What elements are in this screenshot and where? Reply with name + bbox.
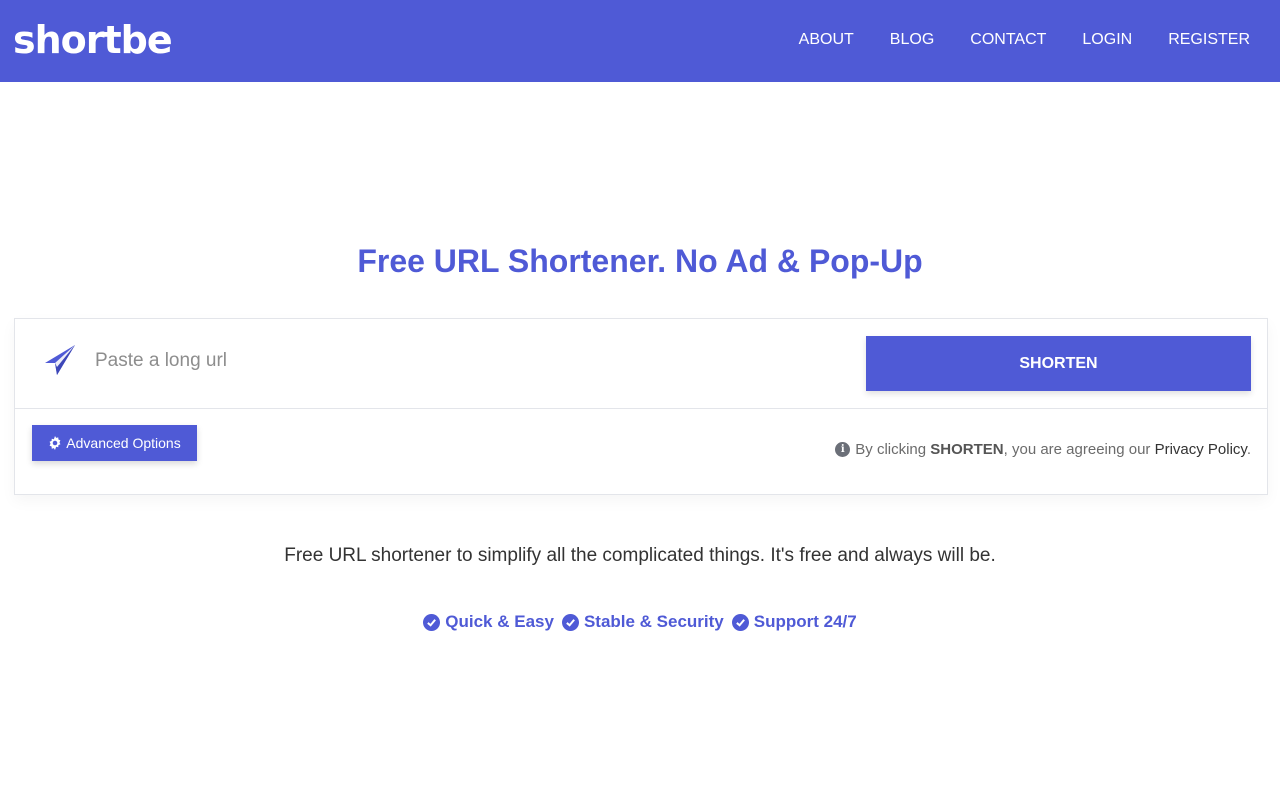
advanced-options-label: Advanced Options: [66, 435, 181, 451]
feature-label: Quick & Easy: [445, 612, 554, 631]
policy-notice: i By clicking SHORTEN, you are agreeing …: [835, 441, 1251, 458]
policy-strong: SHORTEN: [930, 441, 1004, 458]
nav-menu: ABOUT BLOG CONTACT LOGIN REGISTER: [763, 28, 1250, 52]
tagline: Free URL shortener to simplify all the c…: [284, 545, 996, 566]
info-icon: i: [835, 442, 851, 457]
check-circle-icon: [561, 613, 579, 631]
advanced-options-button[interactable]: Advanced Options: [32, 425, 197, 461]
logo[interactable]: shortbe: [13, 14, 173, 66]
feature-label: Support 24/7: [753, 612, 857, 631]
privacy-policy-link[interactable]: Privacy Policy: [1155, 441, 1247, 458]
shorten-button[interactable]: SHORTEN: [866, 336, 1251, 391]
paper-plane-icon: [45, 345, 75, 375]
shortener-form: SHORTEN Advanced Options i By clicking S…: [14, 318, 1268, 495]
nav-register[interactable]: REGISTER: [1168, 28, 1250, 52]
feature-item: Support 24/7: [731, 610, 857, 634]
feature-item: Stable & Security: [561, 610, 724, 634]
check-circle-icon: [731, 613, 749, 631]
navbar: shortbe ABOUT BLOG CONTACT LOGIN REGISTE…: [0, 0, 1280, 82]
url-row: SHORTEN: [15, 319, 1267, 409]
page-title: Free URL Shortener. No Ad & Pop-Up: [357, 243, 923, 279]
url-input[interactable]: [95, 343, 855, 379]
policy-text: By clicking SHORTEN, you are agreeing ou…: [855, 441, 1251, 458]
policy-suffix: .: [1246, 441, 1251, 458]
gear-icon: [49, 436, 61, 450]
nav-about[interactable]: ABOUT: [799, 28, 854, 52]
policy-prefix: By clicking: [855, 441, 927, 458]
nav-blog[interactable]: BLOG: [890, 28, 934, 52]
check-circle-icon: [423, 613, 441, 631]
nav-contact[interactable]: CONTACT: [970, 28, 1046, 52]
nav-login[interactable]: LOGIN: [1082, 28, 1132, 52]
policy-middle: , you are agreeing our: [1003, 441, 1151, 458]
feature-label: Stable & Security: [583, 612, 724, 631]
feature-item: Quick & Easy: [423, 610, 554, 634]
feature-list: Quick & Easy Stable & Security Support 2…: [0, 610, 1280, 634]
